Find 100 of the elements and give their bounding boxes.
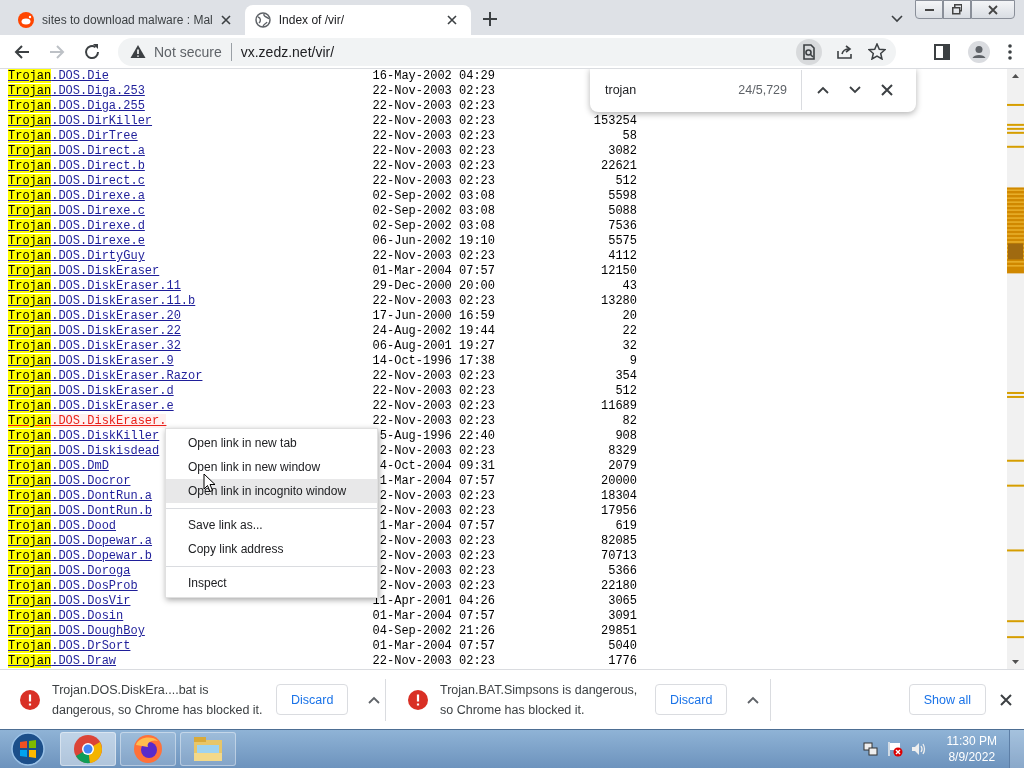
menu-item[interactable]: Open link in new window xyxy=(166,455,377,479)
file-size: 512 xyxy=(615,174,637,188)
match-count: 24/5,729 xyxy=(737,83,787,97)
file-size: 82085 xyxy=(601,534,637,548)
menu-item[interactable]: Save link as... xyxy=(166,513,377,537)
discard-button[interactable]: Discard xyxy=(276,684,349,715)
file-link[interactable]: Trojan.DOS.Diskisdead xyxy=(8,444,160,458)
address-bar[interactable]: Not secure vx.zedz.net/vir/ xyxy=(118,37,896,66)
close-icon[interactable] xyxy=(220,15,231,25)
chevron-down-icon[interactable] xyxy=(891,15,903,23)
modified-date: 2-Nov-2003 02:23 xyxy=(378,504,495,519)
share-icon[interactable] xyxy=(836,43,854,60)
file-link[interactable]: Trojan.DOS.Die xyxy=(8,69,109,83)
file-link[interactable]: Trojan.DOS.Dood xyxy=(8,519,117,533)
file-link[interactable]: Trojan.DOS.Dopewar.b xyxy=(8,549,153,563)
file-size: 2079 xyxy=(608,459,637,473)
file-link[interactable]: Trojan.DOS.DirKiller xyxy=(8,114,153,128)
error-icon xyxy=(20,689,40,710)
modified-date: 2-Nov-2003 02:23 xyxy=(378,579,495,594)
file-link[interactable]: Trojan.DOS.Direxe.a xyxy=(8,189,145,203)
browser-tab[interactable]: sites to download malware : Mal xyxy=(8,5,245,35)
menu-item[interactable]: Inspect xyxy=(166,571,377,595)
side-panel-icon[interactable] xyxy=(934,43,950,60)
file-size: 5598 xyxy=(608,189,637,203)
menu-item[interactable]: Open link in new tab xyxy=(166,431,377,455)
chevron-up-icon[interactable] xyxy=(747,695,760,704)
file-link[interactable]: Trojan.DOS.DosVir xyxy=(8,594,131,608)
close-icon[interactable] xyxy=(1000,693,1012,706)
start-button[interactable] xyxy=(8,731,48,767)
modified-date: 22-Nov-2003 02:23 xyxy=(372,84,495,99)
file-link[interactable]: Trojan.DOS.DiskEraser.Razor xyxy=(8,369,203,383)
file-link[interactable]: Trojan.DOS.DiskKiller xyxy=(8,429,160,443)
previous-match-icon[interactable] xyxy=(817,86,829,94)
taskbar-button[interactable] xyxy=(60,732,116,766)
file-link[interactable]: Trojan.DOS.DmD xyxy=(8,459,109,473)
file-link[interactable]: Trojan.DOS.DiskEraser. xyxy=(8,414,167,428)
file-link[interactable]: Trojan.DOS.Docror xyxy=(8,474,131,488)
file-link[interactable]: Trojan.DOS.DrSort xyxy=(8,639,131,653)
file-link[interactable]: Trojan.DOS.DiskEraser.9 xyxy=(8,354,174,368)
file-link[interactable]: Trojan.DOS.Doroga xyxy=(8,564,131,578)
download-warning: Trojan.BAT.Simpsons is dangerous, so Chrome has blocked it. xyxy=(440,681,639,719)
reload-icon[interactable] xyxy=(83,42,101,61)
modified-date: 22-Nov-2003 02:23 xyxy=(372,144,495,159)
window-restore-button[interactable] xyxy=(943,0,971,19)
modified-date: 17-Jun-2000 16:59 xyxy=(372,309,495,324)
file-size: 5088 xyxy=(608,204,637,218)
file-link[interactable]: Trojan.DOS.DirtyGuy xyxy=(8,249,145,263)
close-icon[interactable] xyxy=(446,15,457,25)
file-link[interactable]: Trojan.DOS.DosProb xyxy=(8,579,138,593)
discard-button[interactable]: Discard xyxy=(655,684,728,715)
file-link[interactable]: Trojan.DOS.DiskEraser.32 xyxy=(8,339,181,353)
file-link[interactable]: Trojan.DOS.Direct.a xyxy=(8,144,145,158)
file-size: 82 xyxy=(622,414,637,428)
file-link[interactable]: Trojan.DOS.Direct.b xyxy=(8,159,145,173)
file-link[interactable]: Trojan.DOS.DiskEraser xyxy=(8,264,160,278)
file-link[interactable]: Trojan.DOS.Draw xyxy=(8,654,117,668)
modified-date: 22-Nov-2003 02:23 xyxy=(372,114,495,129)
menu-item[interactable]: Open link in incognito window xyxy=(166,479,377,503)
file-link[interactable]: Trojan.DOS.DiskEraser.11.b xyxy=(8,294,196,308)
window-close-button[interactable] xyxy=(971,0,1015,19)
menu-icon[interactable] xyxy=(1008,43,1012,60)
file-link[interactable]: Trojan.DOS.Direct.c xyxy=(8,174,145,188)
file-link[interactable]: Trojan.DOS.DiskEraser.11 xyxy=(8,279,181,293)
network-icon[interactable] xyxy=(862,741,879,757)
find-query-field[interactable]: trojan xyxy=(605,83,705,97)
file-link[interactable]: Trojan.DOS.Direxe.d xyxy=(8,219,145,233)
file-link[interactable]: Trojan.DOS.DontRun.b xyxy=(8,504,153,518)
file-link[interactable]: Trojan.DOS.DontRun.a xyxy=(8,489,153,503)
modified-date: 2-Nov-2003 02:23 xyxy=(378,489,495,504)
modified-date: 22-Nov-2003 02:23 xyxy=(372,294,495,309)
close-icon xyxy=(988,4,998,15)
file-link[interactable]: Trojan.DOS.Dopewar.a xyxy=(8,534,153,548)
new-tab-icon[interactable] xyxy=(482,12,497,26)
file-size: 43 xyxy=(622,279,637,293)
file-link[interactable]: Trojan.DOS.DirTree xyxy=(8,129,138,143)
file-link[interactable]: Trojan.DOS.DoughBoy xyxy=(8,624,145,638)
file-size: 20000 xyxy=(601,474,637,488)
window-minimize-button[interactable] xyxy=(915,0,943,19)
next-match-icon[interactable] xyxy=(849,86,861,94)
file-link[interactable]: Trojan.DOS.DiskEraser.22 xyxy=(8,324,181,338)
browser-tab[interactable]: Index of /vir/ xyxy=(244,5,471,35)
file-link[interactable]: Trojan.DOS.DiskEraser.d xyxy=(8,384,174,398)
close-icon[interactable] xyxy=(881,84,893,96)
menu-item[interactable]: Copy link address xyxy=(166,537,377,561)
file-link[interactable]: Trojan.DOS.Dosin xyxy=(8,609,124,623)
modified-date: 02-Sep-2002 03:08 xyxy=(372,189,495,204)
find-in-page-button[interactable] xyxy=(796,38,822,65)
file-link[interactable]: Trojan.DOS.Direxe.c xyxy=(8,204,145,218)
star-icon[interactable] xyxy=(868,43,886,60)
action-center-flag-icon[interactable] xyxy=(886,741,903,757)
show-all-button[interactable]: Show all xyxy=(908,684,986,715)
profile-avatar-icon[interactable] xyxy=(968,40,990,63)
file-link[interactable]: Trojan.DOS.Diga.255 xyxy=(8,99,145,113)
file-link[interactable]: Trojan.DOS.DiskEraser.20 xyxy=(8,309,181,323)
taskbar-button[interactable] xyxy=(120,732,176,766)
file-link[interactable]: Trojan.DOS.DiskEraser.e xyxy=(8,399,174,413)
back-icon[interactable] xyxy=(13,42,31,61)
file-link[interactable]: Trojan.DOS.Direxe.e xyxy=(8,234,145,248)
chevron-up-icon[interactable] xyxy=(368,695,381,704)
file-link[interactable]: Trojan.DOS.Diga.253 xyxy=(8,84,145,98)
